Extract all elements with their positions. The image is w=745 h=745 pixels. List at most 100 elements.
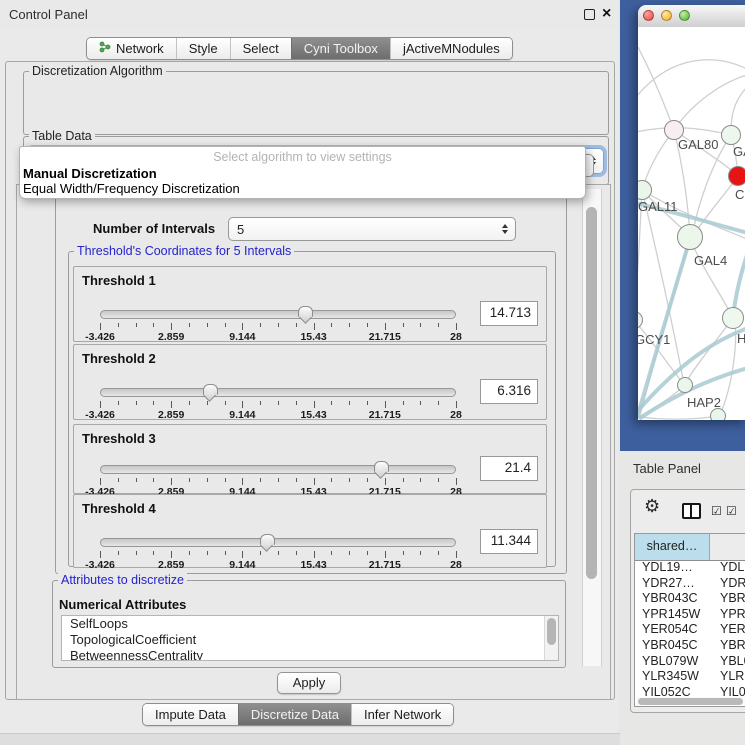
algorithm-option-manual[interactable]: Manual Discretization: [23, 166, 157, 181]
scale-tick: [296, 478, 297, 482]
column-header-shared-name[interactable]: shared…: [635, 534, 710, 560]
slider-thumb[interactable]: [260, 534, 275, 545]
scale-tick: [242, 401, 243, 408]
attribute-list-item[interactable]: TopologicalCoefficient: [62, 632, 558, 648]
network-window-titlebar: [638, 5, 745, 28]
threshold-4-slider[interactable]: [100, 538, 456, 547]
gear-icon[interactable]: ⚙: [644, 496, 660, 517]
tab-style[interactable]: Style: [176, 38, 230, 59]
zoom-traffic-light-icon[interactable]: [679, 10, 690, 21]
threshold-2-slider[interactable]: [100, 388, 456, 397]
interval-definition-group: Interval Definition Number of Intervals …: [55, 194, 567, 574]
network-node[interactable]: [722, 307, 744, 329]
network-node[interactable]: [721, 125, 741, 145]
threshold-4-value[interactable]: 11.344: [480, 529, 538, 554]
tab-cyni-toolbox[interactable]: Cyni Toolbox: [291, 38, 390, 59]
node-label: GAL80: [678, 137, 718, 152]
scale-label: 21.715: [369, 559, 401, 571]
split-columns-icon[interactable]: [682, 503, 701, 519]
horizontal-scrollbar-thumb[interactable]: [638, 698, 743, 705]
table-row[interactable]: YDL19…YDL1: [635, 560, 745, 576]
table-row[interactable]: YDR27…YDR2: [635, 576, 745, 592]
scale-tick: [438, 478, 439, 482]
scale-tick: [136, 478, 137, 482]
window-bottom-edge: [0, 733, 620, 745]
slider-track[interactable]: [100, 538, 456, 547]
table-cell: YPR1: [710, 607, 745, 623]
table-cell: YER054C: [635, 622, 710, 638]
scale-tick: [403, 478, 404, 482]
number-of-intervals-label: Number of Intervals: [93, 221, 215, 236]
tab-impute-data[interactable]: Impute Data: [143, 704, 238, 725]
threshold-1-slider[interactable]: [100, 310, 456, 319]
close-icon[interactable]: ×: [602, 4, 611, 24]
scale-label: 2.859: [158, 331, 184, 343]
scale-tick: [331, 478, 332, 482]
network-node[interactable]: [710, 408, 726, 420]
scale-label: 9.144: [229, 559, 255, 571]
scale-tick: [314, 401, 315, 408]
select-all-checkbox-icon[interactable]: ☑: [711, 504, 722, 518]
scale-tick: [367, 323, 368, 327]
list-scrollbar[interactable]: [544, 616, 558, 660]
tab-discretize-data[interactable]: Discretize Data: [238, 704, 351, 725]
minimize-traffic-light-icon[interactable]: [661, 10, 672, 21]
settings-scroll-panel: Interval Definition Number of Intervals …: [16, 184, 611, 700]
table-row[interactable]: YER054CYER0: [635, 622, 745, 638]
threshold-1-value[interactable]: 14.713: [480, 301, 538, 326]
slider-track[interactable]: [100, 310, 456, 319]
network-view-window[interactable]: GAL80GACGAL11GAL4GCY1HHAP2: [638, 5, 745, 420]
thresholds-group: Threshold's Coordinates for 5 Intervals …: [68, 251, 556, 567]
table-row[interactable]: YBR045CYBR0: [635, 638, 745, 654]
tab-infer-network[interactable]: Infer Network: [351, 704, 453, 725]
scale-tick: [260, 401, 261, 405]
threshold-3-value[interactable]: 21.4: [480, 456, 538, 481]
table-row[interactable]: YLR345WYLR3: [635, 669, 745, 685]
attribute-list-item[interactable]: SelfLoops: [62, 616, 558, 632]
column-header-name[interactable]: n: [710, 534, 745, 560]
tab-impute-data-label: Impute Data: [155, 707, 226, 722]
network-canvas[interactable]: GAL80GACGAL11GAL4GCY1HHAP2: [638, 27, 745, 420]
table-panel-title: Table Panel: [633, 461, 701, 476]
slider-thumb[interactable]: [374, 461, 389, 472]
vertical-scrollbar-thumb[interactable]: [586, 207, 597, 579]
app-root: Control Panel × Network Style: [0, 0, 745, 745]
close-traffic-light-icon[interactable]: [643, 10, 654, 21]
tab-select[interactable]: Select: [230, 38, 291, 59]
scale-tick: [420, 401, 421, 405]
table-row[interactable]: YBL079WYBL0: [635, 654, 745, 670]
select-columns-checkbox-icon[interactable]: ☑: [726, 504, 737, 518]
table-row[interactable]: YPR145WYPR1: [635, 607, 745, 623]
slider-thumb[interactable]: [203, 384, 218, 395]
numerical-attributes-list[interactable]: SelfLoopsTopologicalCoefficientBetweenne…: [61, 615, 559, 661]
slider-thumb[interactable]: [298, 306, 313, 317]
list-scrollbar-thumb[interactable]: [547, 618, 556, 645]
node-label: GAL11: [638, 199, 678, 214]
vertical-scrollbar[interactable]: [582, 189, 602, 666]
table-cell: YLR345W: [635, 669, 710, 685]
scale-label: 9.144: [229, 331, 255, 343]
table-row[interactable]: YBR043CYBR0: [635, 591, 745, 607]
float-window-icon[interactable]: [584, 9, 595, 20]
tab-discretize-data-label: Discretize Data: [251, 707, 339, 722]
scale-tick: [153, 551, 154, 555]
scale-tick: [153, 401, 154, 405]
tab-network[interactable]: Network: [87, 38, 176, 59]
scale-label: 21.715: [369, 331, 401, 343]
algorithm-option-equal-width[interactable]: Equal Width/Frequency Discretization: [23, 181, 240, 196]
network-node[interactable]: [728, 166, 745, 186]
network-node[interactable]: [677, 377, 693, 393]
tab-jactivemnodules[interactable]: jActiveMNodules: [390, 38, 512, 59]
network-node[interactable]: [677, 224, 703, 250]
node-label: GA: [733, 144, 745, 159]
scale-tick: [171, 551, 172, 558]
apply-button[interactable]: Apply: [277, 672, 341, 694]
threshold-2-value[interactable]: 6.316: [480, 379, 538, 404]
horizontal-scrollbar[interactable]: [636, 697, 745, 705]
slider-track[interactable]: [100, 388, 456, 397]
slider-track[interactable]: [100, 465, 456, 474]
number-of-intervals-select[interactable]: 5: [228, 217, 516, 241]
attribute-list-item[interactable]: BetweennessCentrality: [62, 648, 558, 661]
table-cell: YDR2: [710, 576, 745, 592]
threshold-3-slider[interactable]: [100, 465, 456, 474]
